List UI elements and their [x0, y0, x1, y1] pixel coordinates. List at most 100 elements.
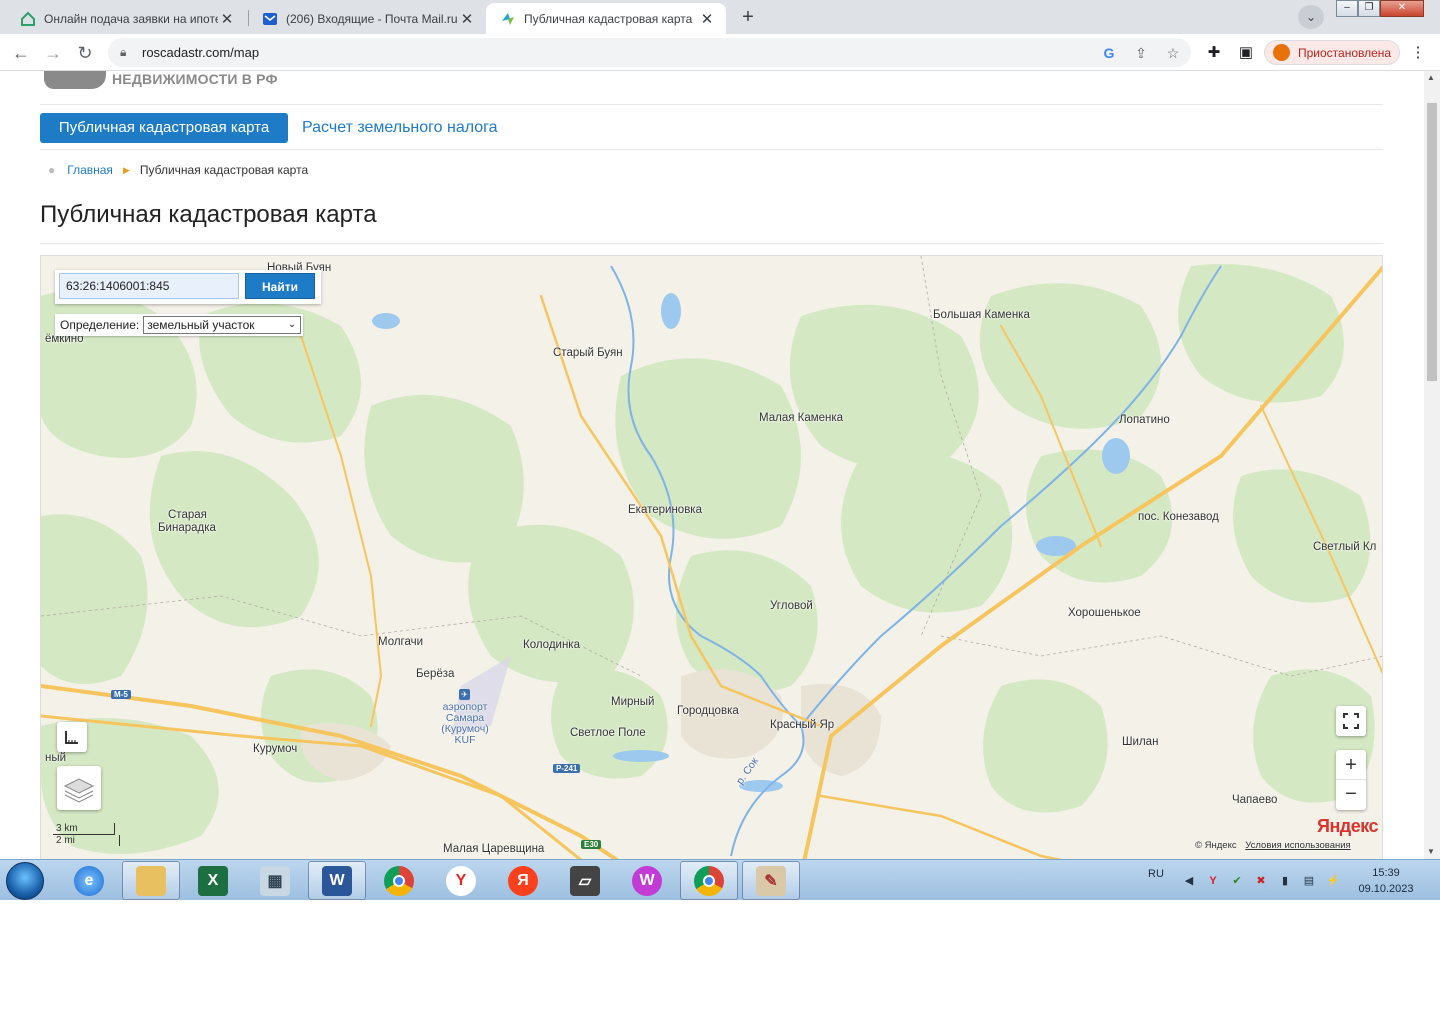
- system-clock[interactable]: 15:39 09.10.2023: [1352, 865, 1420, 897]
- location-pin-icon: ●: [48, 163, 56, 177]
- clock-time: 15:39: [1372, 867, 1400, 879]
- site-header-text: НЕДВИЖИМОСТИ В РФ: [112, 71, 278, 87]
- new-tab-button[interactable]: +: [734, 5, 762, 29]
- layers-button[interactable]: [57, 766, 101, 810]
- tab-search-chevron-icon[interactable]: ⌄: [1298, 5, 1324, 29]
- cadastral-number-input[interactable]: 63:26:1406001:845: [59, 273, 239, 299]
- calculator-icon: ▦: [260, 865, 290, 896]
- close-window-button[interactable]: ✕: [1380, 0, 1424, 17]
- side-panel-icon[interactable]: ▣: [1236, 43, 1256, 63]
- taskbar-chrome[interactable]: [370, 861, 428, 900]
- page-scrollbar[interactable]: ▲ ▼: [1424, 71, 1440, 859]
- place-label: Малая Царевщина: [443, 843, 545, 855]
- maximize-button[interactable]: ❐: [1358, 0, 1380, 17]
- chrome-icon: [384, 865, 414, 896]
- ruler-button[interactable]: [57, 722, 87, 752]
- place-label: Чапаево: [1232, 794, 1278, 806]
- zoom-in-button[interactable]: +: [1336, 750, 1366, 780]
- printer-icon[interactable]: ▤: [1302, 874, 1316, 888]
- place-label: Берёза: [416, 668, 455, 680]
- cadastral-map[interactable]: Новый Буян ёмкино Старый Буян Большая Ка…: [40, 255, 1383, 859]
- taskbar-paint[interactable]: ✎: [742, 861, 800, 900]
- divider: [40, 104, 1383, 105]
- definition-label: Определение:: [60, 318, 140, 332]
- scroll-down-icon[interactable]: ▼: [1427, 847, 1435, 856]
- fullscreen-button[interactable]: [1336, 706, 1366, 736]
- nav-tab-cadastral-map[interactable]: Публичная кадастровая карта: [40, 113, 288, 143]
- extensions-puzzle-icon[interactable]: ✚: [1204, 43, 1224, 63]
- profile-paused-button[interactable]: Приостановлена: [1264, 40, 1400, 65]
- menu-dots-icon[interactable]: ⋮: [1408, 43, 1428, 63]
- address-bar[interactable]: 🔒︎ roscadastr.com/map G ⇪ ☆: [108, 38, 1191, 67]
- airport-label: аэропорт Самара (Курумоч) KUF: [439, 702, 491, 746]
- copyright-text: © Яндекс: [1195, 840, 1237, 851]
- divider: [40, 149, 1383, 150]
- zoom-out-button[interactable]: −: [1336, 780, 1366, 810]
- network-signal-icon[interactable]: ▮: [1278, 874, 1292, 888]
- road-sign: М-5: [111, 690, 131, 699]
- close-icon[interactable]: ✕: [458, 10, 476, 28]
- russia-map-logo-icon: [44, 71, 106, 89]
- taskbar-chrome-active[interactable]: [680, 861, 738, 900]
- definition-panel: Определение: земельный участок ⌄: [55, 314, 304, 336]
- place-label: Бинарадка: [158, 522, 216, 534]
- taskbar-calculator[interactable]: ▦: [246, 861, 304, 900]
- folder-icon: [136, 865, 166, 896]
- airport-icon: ✈: [459, 689, 470, 700]
- taskbar-internet-explorer[interactable]: e: [60, 861, 118, 900]
- breadcrumb-arrow-icon: ▶: [122, 164, 130, 175]
- tab-title: Онлайн подача заявки на ипоте: [44, 11, 218, 26]
- url-text: roscadastr.com/map: [142, 45, 260, 60]
- share-icon[interactable]: ⇪: [1132, 44, 1150, 62]
- tab-mail[interactable]: (206) Входящие - Почта Mail.ru ✕: [248, 3, 486, 34]
- tab-title: (206) Входящие - Почта Mail.ru: [286, 11, 458, 26]
- forward-arrow-icon[interactable]: →: [40, 40, 66, 66]
- volume-icon[interactable]: ◀: [1182, 874, 1196, 888]
- scroll-up-icon[interactable]: ▲: [1427, 73, 1435, 82]
- taskbar-file-explorer[interactable]: [122, 861, 180, 900]
- taskbar-wps[interactable]: W: [618, 861, 676, 900]
- yandex-icon: Я: [508, 865, 538, 896]
- map-base-layer: [41, 256, 1382, 859]
- tab-mortgage[interactable]: Онлайн подача заявки на ипоте ✕: [6, 3, 246, 34]
- place-label: Городцовка: [677, 705, 739, 717]
- definition-select[interactable]: земельный участок ⌄: [143, 316, 302, 334]
- clock-date: 09.10.2023: [1358, 883, 1414, 895]
- nav-tab-land-tax[interactable]: Расчет земельного налога: [302, 119, 498, 137]
- bookmark-star-icon[interactable]: ☆: [1164, 44, 1182, 62]
- power-icon[interactable]: ⚡: [1326, 874, 1340, 888]
- close-icon[interactable]: ✕: [698, 10, 716, 28]
- breadcrumb-home-link[interactable]: Главная: [67, 163, 113, 177]
- tab-cadastral-map[interactable]: Публичная кадастровая карта ✕: [486, 3, 726, 34]
- paint-palette-icon: ✎: [756, 865, 786, 896]
- definition-value: земельный участок: [147, 318, 255, 332]
- scanner-icon: ▱: [570, 865, 600, 896]
- yandex-logo: Яндекс: [1317, 816, 1379, 836]
- notification-tray-icon[interactable]: ✖: [1254, 874, 1268, 888]
- wps-icon: W: [632, 865, 662, 896]
- place-label: Светлый Кл: [1313, 541, 1377, 553]
- yandex-tray-icon[interactable]: Y: [1206, 874, 1220, 888]
- back-arrow-icon[interactable]: ←: [8, 40, 34, 66]
- terms-link[interactable]: Условия использования: [1245, 840, 1350, 851]
- scrollbar-thumb[interactable]: [1427, 103, 1437, 381]
- start-button[interactable]: [6, 862, 44, 900]
- taskbar-yandex[interactable]: Я: [494, 861, 552, 900]
- language-indicator[interactable]: RU: [1148, 868, 1164, 880]
- lock-icon: 🔒︎: [120, 45, 127, 59]
- find-button[interactable]: Найти: [245, 273, 315, 299]
- minimize-button[interactable]: –: [1336, 0, 1358, 17]
- taskbar-word[interactable]: W: [308, 861, 366, 900]
- map-copyright: © Яндекс Условия использования: [1195, 840, 1351, 851]
- ruler-icon: [65, 731, 78, 744]
- page-title: Публичная кадастровая карта: [40, 201, 377, 228]
- close-icon[interactable]: ✕: [218, 10, 236, 28]
- taskbar-yandex-browser[interactable]: Y: [432, 861, 490, 900]
- google-icon[interactable]: G: [1100, 44, 1118, 62]
- taskbar-excel[interactable]: X: [184, 861, 242, 900]
- taskbar-scanner[interactable]: ▱: [556, 861, 614, 900]
- security-tray-icon[interactable]: ✔: [1230, 874, 1244, 888]
- avatar-icon: [1273, 44, 1290, 61]
- chevron-down-icon: ⌄: [287, 319, 297, 330]
- reload-icon[interactable]: ↻: [72, 40, 98, 66]
